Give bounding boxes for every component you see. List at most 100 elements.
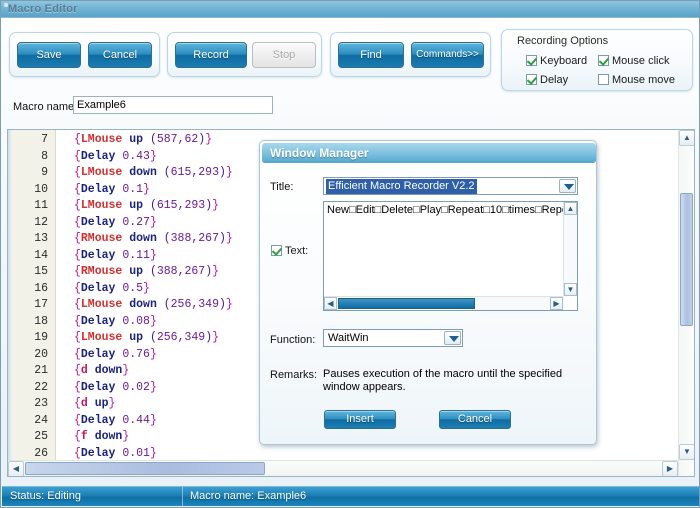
- editor-horizontal-scrollbar[interactable]: ◀ ▶: [8, 460, 678, 476]
- code-line-text: {Delay 0.08}: [74, 314, 157, 328]
- code-line-text: {RMouse up (388,267)}: [74, 265, 220, 278]
- record-button[interactable]: Record: [175, 42, 247, 68]
- code-line-text: {d down}: [74, 364, 130, 377]
- scroll-down-arrow-icon[interactable]: ▼: [679, 444, 694, 460]
- toolbar-group-file: Save Cancel: [9, 32, 160, 77]
- window-title: Macro Editor: [8, 3, 78, 15]
- code-line-number: 8: [41, 149, 48, 163]
- stop-button[interactable]: Stop: [252, 42, 316, 68]
- window-manager-titlebar: Window Manager: [262, 143, 596, 163]
- code-line-text: {LMouse up (256,349)}: [74, 331, 220, 344]
- code-line-number: 7: [41, 133, 48, 146]
- editor-vertical-scrollbar[interactable]: ▲ ▼: [678, 130, 694, 476]
- code-line-text: {Delay 0.02}: [74, 380, 157, 394]
- recording-options-group: Recording Options Keyboard Mouse click D…: [501, 29, 693, 91]
- toolbar-group-record: Record Stop: [167, 32, 322, 77]
- macro-name-input[interactable]: Example6: [73, 96, 273, 114]
- memo-scroll-left-icon[interactable]: ◀: [324, 297, 337, 310]
- remarks-text: Pauses execution of the macro until the …: [323, 368, 563, 393]
- code-line-number: 24: [34, 413, 48, 427]
- code-line-number: 19: [34, 331, 48, 344]
- editor-horizontal-scroll-thumb[interactable]: [25, 462, 265, 475]
- code-line-number: 10: [34, 182, 48, 196]
- code-line-number: 21: [34, 364, 48, 377]
- code-line-number: 13: [34, 232, 48, 245]
- text-checkbox[interactable]: Text:: [271, 245, 308, 257]
- function-label: Function:: [270, 334, 316, 346]
- code-line-number: 26: [34, 446, 48, 460]
- dialog-title-label: Title:: [270, 181, 294, 193]
- checkbox-mouse-click-box[interactable]: [598, 55, 609, 66]
- code-line-number: 15: [34, 265, 48, 278]
- title-combobox-value: Efficient Macro Recorder V2.2: [326, 179, 477, 194]
- window-text-memo[interactable]: New□Edit□Delete□Play□Repeat□10□times□Rep…: [323, 201, 578, 311]
- window-titlebar: Macro Editor: [1, 1, 699, 18]
- memo-horizontal-scroll-thumb[interactable]: [338, 298, 475, 309]
- memo-scroll-up-icon[interactable]: ▲: [564, 202, 577, 215]
- insert-button[interactable]: Insert: [324, 410, 396, 429]
- window-text-memo-value: New□Edit□Delete□Play□Repeat□10□times□Rep…: [327, 204, 578, 216]
- checkbox-keyboard-box[interactable]: [526, 55, 537, 66]
- function-chevron-down-icon[interactable]: [444, 331, 461, 345]
- editor-vertical-scroll-thumb[interactable]: [680, 193, 693, 326]
- code-line-text: {Delay 0.27}: [74, 215, 157, 229]
- code-line-text: {LMouse up (587,62)}: [74, 133, 213, 146]
- status-bar: Status: Editing Macro name: Example6: [2, 486, 699, 507]
- code-line-text: {Delay 0.5}: [74, 281, 150, 295]
- checkbox-mouse-click[interactable]: Mouse click: [598, 55, 669, 67]
- function-combobox[interactable]: WaitWin: [323, 329, 463, 347]
- checkbox-mouse-click-label: Mouse click: [612, 55, 670, 67]
- status-macro-name: Macro name: Example6: [190, 490, 307, 502]
- code-line-number: 14: [34, 248, 48, 262]
- checkbox-keyboard-label: Keyboard: [540, 55, 588, 67]
- checkbox-mouse-move-box[interactable]: [598, 74, 609, 85]
- checkbox-keyboard[interactable]: Keyboard: [526, 55, 587, 67]
- code-line-text: {LMouse down (615,293)}: [74, 166, 233, 179]
- save-button[interactable]: Save: [17, 42, 81, 68]
- checkbox-mouse-move[interactable]: Mouse move: [598, 74, 675, 86]
- code-line-text: {Delay 0.76}: [74, 347, 157, 361]
- code-line-number: 17: [34, 298, 48, 311]
- title-combobox[interactable]: Efficient Macro Recorder V2.2: [323, 177, 578, 195]
- memo-scroll-down-icon[interactable]: ▼: [564, 283, 577, 296]
- code-line-number: 18: [34, 314, 48, 328]
- scroll-up-arrow-icon[interactable]: ▲: [679, 130, 694, 146]
- checkbox-delay-label: Delay: [540, 74, 569, 86]
- code-line-text: {d up}: [74, 397, 116, 410]
- macro-editor-window: Macro Editor Save Cancel Record Stop Fin…: [0, 0, 700, 508]
- status-divider: [182, 487, 183, 507]
- toolbar-group-tools: Find Commands>>: [330, 32, 491, 77]
- code-line-text: {Delay 0.01}: [74, 446, 157, 460]
- text-checkbox-box[interactable]: [271, 245, 282, 256]
- code-line-text: {Delay 0.1}: [74, 182, 150, 196]
- code-line-number: 22: [34, 380, 48, 394]
- checkbox-mouse-move-label: Mouse move: [612, 74, 675, 86]
- code-line-text: {RMouse down (388,267)}: [74, 232, 233, 245]
- remarks-label: Remarks:: [270, 369, 318, 381]
- commands-button[interactable]: Commands>>: [411, 42, 484, 68]
- code-line-number: 16: [34, 281, 48, 295]
- scroll-left-arrow-icon[interactable]: ◀: [8, 461, 24, 476]
- status-text: Status: Editing: [10, 490, 81, 502]
- code-line-text: {Delay 0.11}: [74, 248, 157, 262]
- dialog-cancel-button[interactable]: Cancel: [439, 410, 511, 429]
- cancel-button[interactable]: Cancel: [88, 42, 152, 68]
- macro-name-label: Macro name:: [13, 101, 78, 113]
- text-checkbox-label: Text:: [285, 245, 309, 257]
- checkbox-delay-box[interactable]: [526, 74, 537, 85]
- checkbox-delay[interactable]: Delay: [526, 74, 568, 86]
- chevron-down-icon[interactable]: [559, 179, 576, 193]
- function-combobox-value: WaitWin: [328, 332, 369, 344]
- code-line-number: 20: [34, 347, 48, 361]
- memo-vertical-scrollbar[interactable]: ▲ ▼: [563, 202, 577, 296]
- window-manager-title: Window Manager: [270, 146, 369, 160]
- memo-scroll-right-icon[interactable]: ▶: [550, 297, 563, 310]
- code-line-text: {Delay 0.43}: [74, 149, 157, 163]
- code-line-text: {LMouse down (256,349)}: [74, 298, 233, 311]
- scroll-right-arrow-icon[interactable]: ▶: [662, 461, 678, 476]
- code-line-text: {Delay 0.44}: [74, 413, 157, 427]
- recording-options-title: Recording Options: [517, 35, 609, 47]
- memo-horizontal-scrollbar[interactable]: ◀ ▶: [324, 296, 563, 310]
- code-line-number: 25: [34, 430, 48, 443]
- find-button[interactable]: Find: [338, 42, 404, 68]
